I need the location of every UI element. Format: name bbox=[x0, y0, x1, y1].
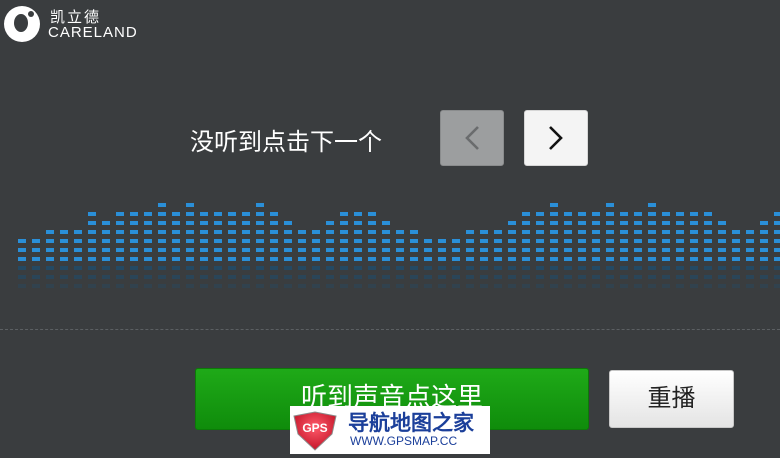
equalizer-bar bbox=[704, 212, 712, 288]
equalizer-bar bbox=[144, 212, 152, 288]
gps-badge-text: GPS bbox=[302, 421, 327, 435]
equalizer-bar bbox=[746, 230, 754, 288]
equalizer-bar bbox=[88, 212, 96, 288]
equalizer-bar bbox=[536, 212, 544, 288]
equalizer-bar bbox=[312, 230, 320, 288]
equalizer-bar bbox=[522, 212, 530, 288]
equalizer-bar bbox=[298, 230, 306, 288]
equalizer-bar bbox=[564, 212, 572, 288]
divider bbox=[0, 329, 780, 330]
equalizer-bar bbox=[228, 212, 236, 288]
equalizer-bar bbox=[424, 239, 432, 288]
equalizer-bar bbox=[452, 239, 460, 288]
equalizer-bar bbox=[466, 230, 474, 288]
equalizer-bar bbox=[592, 212, 600, 288]
equalizer-bar bbox=[648, 203, 656, 288]
equalizer-bar bbox=[340, 212, 348, 288]
equalizer-bar bbox=[508, 221, 516, 288]
careland-logo: 凯立德 CARELAND bbox=[4, 4, 144, 44]
equalizer-bar bbox=[634, 212, 642, 288]
equalizer-bar bbox=[438, 239, 446, 288]
equalizer-bar bbox=[18, 239, 26, 288]
equalizer-bar bbox=[550, 203, 558, 288]
equalizer-bar bbox=[760, 221, 768, 288]
gps-badge-icon: GPS bbox=[293, 411, 337, 451]
equalizer-bar bbox=[200, 212, 208, 288]
equalizer-bar bbox=[74, 230, 82, 288]
equalizer-bar bbox=[396, 230, 404, 288]
next-button[interactable] bbox=[524, 110, 588, 166]
equalizer-bar bbox=[718, 221, 726, 288]
equalizer-bar bbox=[32, 239, 40, 288]
prompt-text: 没听到点击下一个 bbox=[190, 128, 382, 156]
equalizer-bar bbox=[732, 230, 740, 288]
equalizer-bar bbox=[606, 203, 614, 288]
gpsmap-watermark: GPS 导航地图之家 WWW.GPSMAP.CC bbox=[290, 406, 490, 454]
equalizer-bar bbox=[774, 212, 780, 288]
equalizer-bar bbox=[172, 212, 180, 288]
replay-button[interactable]: 重播 bbox=[609, 370, 734, 428]
chevron-right-icon bbox=[549, 126, 563, 150]
equalizer-bar bbox=[494, 230, 502, 288]
equalizer-bar bbox=[270, 212, 278, 288]
equalizer-bar bbox=[676, 212, 684, 288]
equalizer-bar bbox=[354, 212, 362, 288]
equalizer-bar bbox=[480, 230, 488, 288]
brand-name-en: CARELAND bbox=[48, 24, 138, 41]
watermark-title: 导航地图之家 bbox=[348, 411, 474, 435]
equalizer-bar bbox=[662, 212, 670, 288]
equalizer-bar bbox=[284, 221, 292, 288]
equalizer-bar bbox=[242, 212, 250, 288]
equalizer-bar bbox=[326, 221, 334, 288]
equalizer-bar bbox=[102, 221, 110, 288]
audio-equalizer bbox=[18, 203, 780, 288]
equalizer-bar bbox=[158, 203, 166, 288]
careland-logo-icon bbox=[4, 6, 40, 42]
equalizer-bar bbox=[214, 212, 222, 288]
equalizer-bar bbox=[368, 212, 376, 288]
equalizer-bar bbox=[382, 221, 390, 288]
equalizer-bar bbox=[46, 230, 54, 288]
equalizer-bar bbox=[186, 203, 194, 288]
previous-button[interactable] bbox=[440, 110, 504, 166]
equalizer-bar bbox=[620, 212, 628, 288]
equalizer-bar bbox=[578, 212, 586, 288]
equalizer-bar bbox=[256, 203, 264, 288]
watermark-url: WWW.GPSMAP.CC bbox=[350, 434, 458, 448]
equalizer-bar bbox=[116, 212, 124, 288]
equalizer-bar bbox=[130, 212, 138, 288]
equalizer-bar bbox=[690, 212, 698, 288]
chevron-left-icon bbox=[465, 126, 479, 150]
equalizer-bar bbox=[60, 230, 68, 288]
equalizer-bar bbox=[410, 230, 418, 288]
